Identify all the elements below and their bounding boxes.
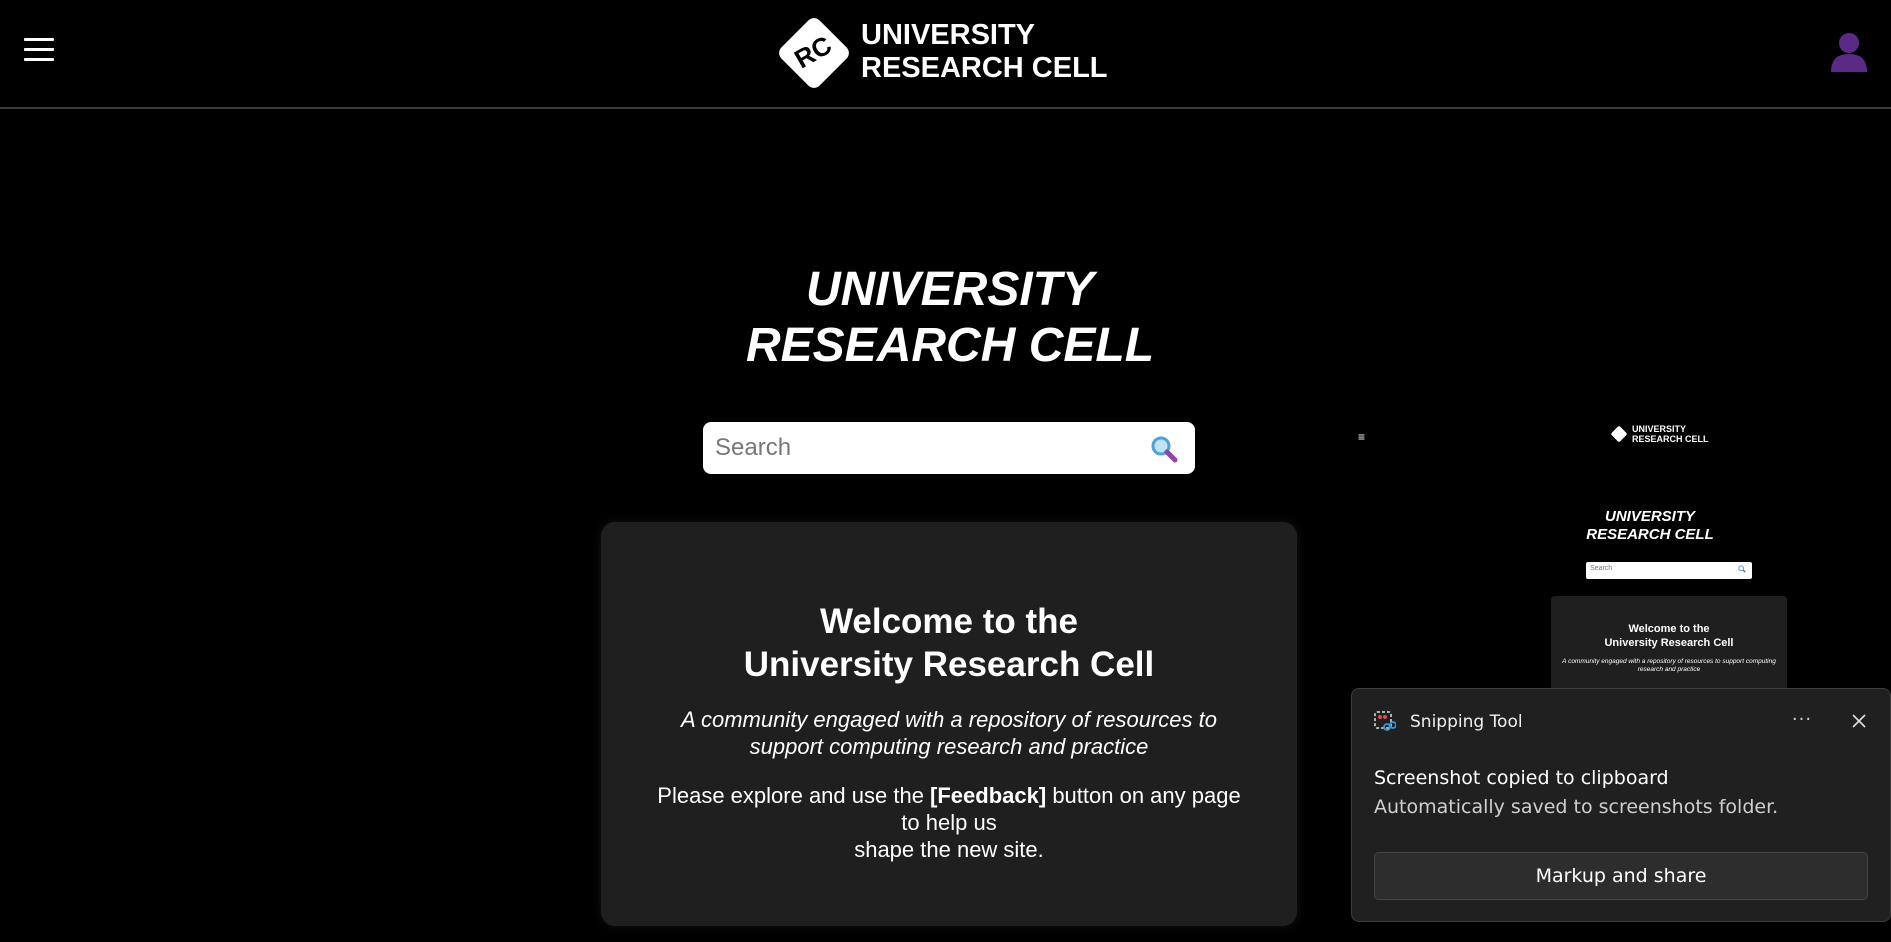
markup-and-share-button[interactable]: Markup and share (1374, 852, 1868, 900)
logo-line-1: UNIVERSITY (861, 19, 1036, 51)
welcome-explore-text: Please explore and use the [Feedback] bu… (654, 782, 1244, 863)
feedback-mention: [Feedback] (930, 783, 1047, 808)
logo-line-2: RESEARCH CELL (861, 52, 1108, 84)
welcome-heading: Welcome to the University Research Cell (601, 600, 1297, 686)
hero-title: UNIVERSITY RESEARCH CELL (650, 262, 1250, 374)
thumbnail-title-line-2: RESEARCH CELL (1586, 526, 1714, 543)
thumbnail-title: UNIVERSITY RESEARCH CELL (1500, 508, 1800, 544)
magnifier-search-icon[interactable] (1149, 434, 1179, 464)
rc-logo-icon: RC (773, 12, 853, 92)
thumbnail-logo-line-2: RESEARCH CELL (1632, 434, 1709, 444)
more-options-icon[interactable]: ··· (1784, 705, 1820, 735)
welcome-card: Welcome to the University Research Cell … (601, 522, 1297, 926)
thumbnail-rc-logo-icon (1610, 425, 1628, 443)
snipping-tool-icon (1374, 711, 1396, 731)
welcome-tagline: A community engaged with a repository of… (680, 707, 1217, 759)
thumbnail-logo: UNIVERSITY RESEARCH CELL (1610, 424, 1709, 444)
close-icon[interactable] (1842, 705, 1876, 737)
welcome-heading-line-2: University Research Cell (743, 645, 1155, 684)
thumbnail-card-heading: Welcome to the University Research Cell (1604, 623, 1734, 649)
toast-subtitle: Automatically saved to screenshots folde… (1374, 796, 1779, 818)
thumbnail-title-line-1: UNIVERSITY (1604, 508, 1695, 525)
thumbnail-search: Search (1586, 562, 1752, 579)
thumbnail-card-tagline: A community engaged with a repository of… (1562, 658, 1776, 673)
thumbnail-search-placeholder: Search (1590, 565, 1613, 572)
thumbnail-card: Welcome to the University Research Cell … (1551, 596, 1787, 688)
toast-title: Screenshot copied to clipboard (1374, 767, 1669, 789)
user-avatar-icon[interactable] (1829, 30, 1869, 72)
explore-text-end: shape the new site. (854, 837, 1044, 862)
logo-text: UNIVERSITY RESEARCH CELL (861, 19, 1108, 85)
explore-text-start: Please explore and use the (657, 783, 931, 808)
snipping-tool-notification: Snipping Tool ··· Screenshot copied to c… (1351, 688, 1891, 922)
site-header: RC UNIVERSITY RESEARCH CELL (0, 0, 1891, 109)
toast-app-name: Snipping Tool (1410, 712, 1523, 732)
search-bar (703, 422, 1195, 474)
site-logo[interactable]: RC UNIVERSITY RESEARCH CELL (773, 12, 1108, 92)
hero-title-line-1: UNIVERSITY (805, 263, 1095, 316)
screenshot-thumbnail[interactable]: ≡ UNIVERSITY RESEARCH CELL UNIVERSITY RE… (1350, 418, 1850, 688)
welcome-heading-line-1: Welcome to the (819, 602, 1078, 641)
hamburger-menu-icon[interactable] (24, 38, 54, 68)
search-input[interactable] (715, 422, 1135, 474)
thumbnail-search-icon (1738, 565, 1746, 573)
hero-title-line-2: RESEARCH CELL (745, 319, 1155, 372)
thumbnail-hamburger-icon: ≡ (1358, 430, 1366, 444)
thumbnail-logo-line-1: UNIVERSITY (1632, 424, 1687, 434)
